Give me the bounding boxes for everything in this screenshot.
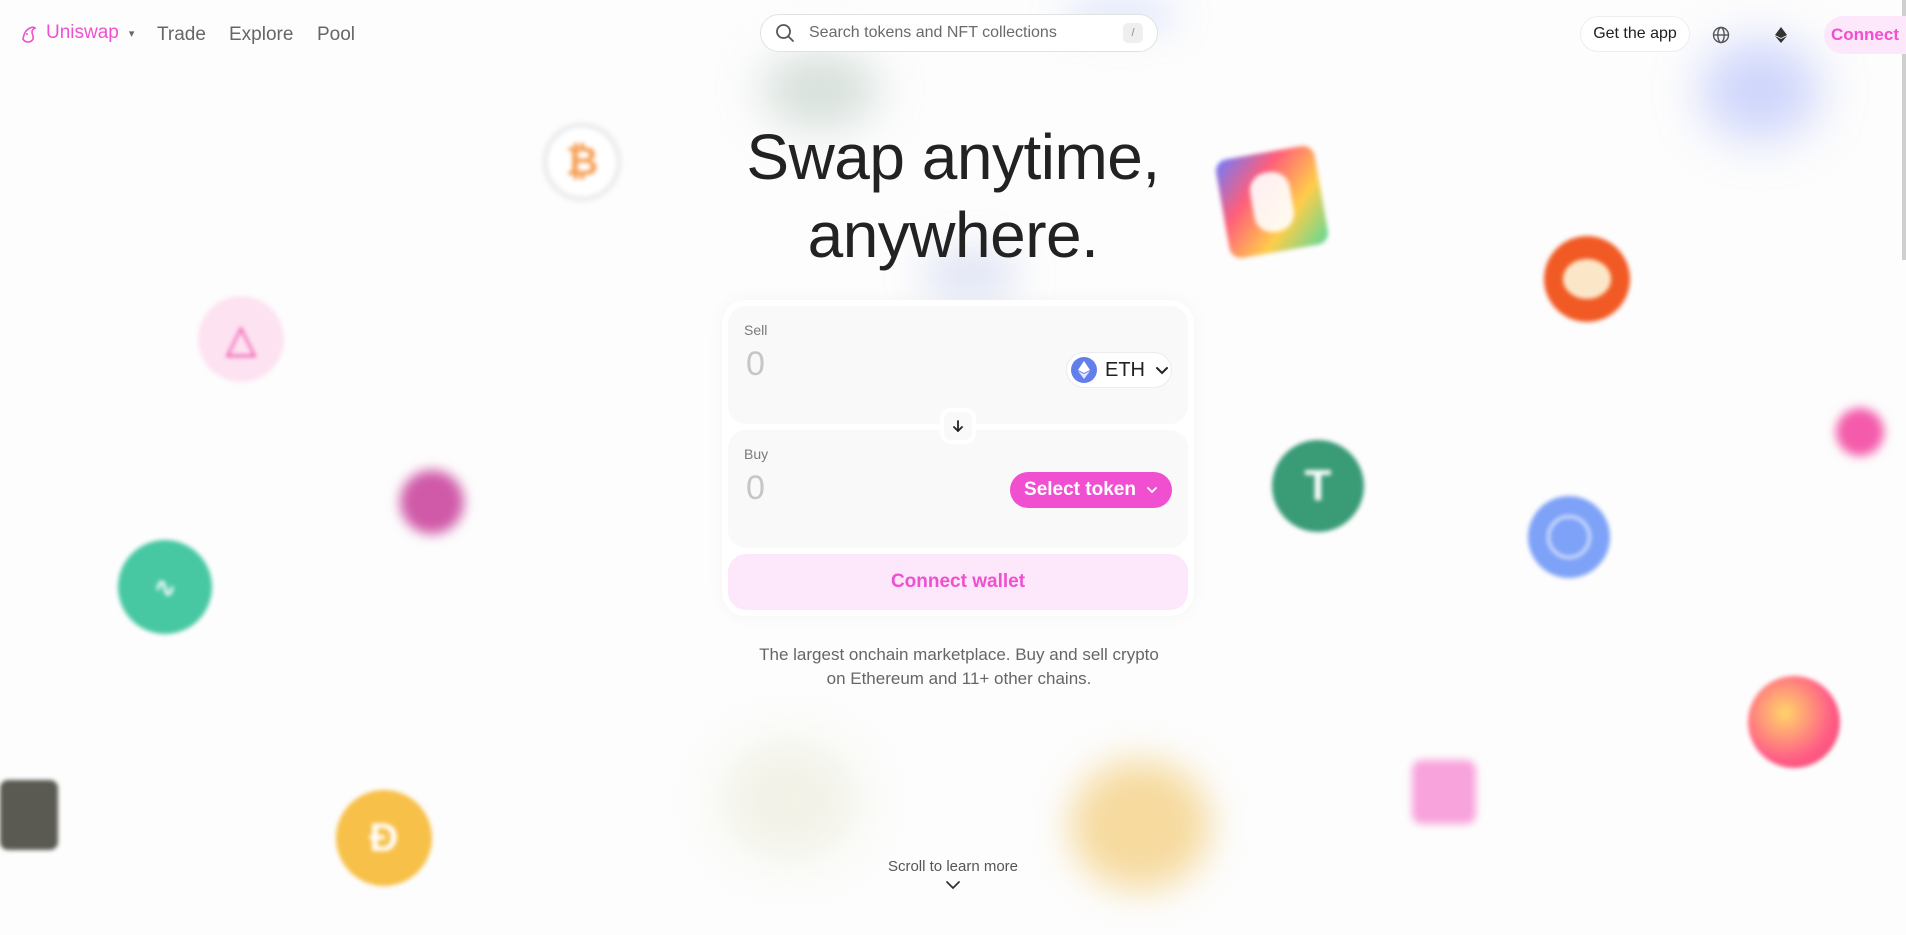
logo-text: Uniswap bbox=[46, 22, 119, 43]
nav-link-trade[interactable]: Trade bbox=[157, 24, 206, 46]
arrow-down-icon bbox=[953, 420, 963, 433]
hero-title-line2: anywhere. bbox=[807, 199, 1099, 271]
hero-title-line1: Swap anytime, bbox=[746, 121, 1160, 193]
select-token-label: Select token bbox=[1024, 479, 1136, 500]
shiba-token-icon bbox=[1544, 236, 1630, 322]
dogecoin-token-icon: Ð bbox=[336, 790, 432, 886]
swap-direction-button[interactable] bbox=[940, 408, 976, 444]
tagline-line1: The largest onchain marketplace. Buy and… bbox=[759, 645, 1159, 664]
eth-token-icon bbox=[1071, 357, 1097, 383]
buy-panel: Buy Select token bbox=[728, 430, 1188, 548]
usdc-token-icon bbox=[1528, 496, 1610, 578]
nav-link-explore[interactable]: Explore bbox=[229, 24, 293, 46]
globe-icon bbox=[1712, 26, 1730, 44]
select-token-button[interactable]: Select token bbox=[1010, 472, 1172, 508]
hero-title: Swap anytime, anywhere. bbox=[653, 118, 1253, 274]
bitcoin-token-icon: ₿ bbox=[542, 122, 622, 202]
arbitrum-token-icon: △ bbox=[198, 296, 284, 382]
connect-button[interactable]: Connect bbox=[1824, 16, 1906, 54]
get-the-app-button[interactable]: Get the app bbox=[1580, 16, 1690, 52]
nft-thumbnail-icon bbox=[0, 780, 58, 850]
search-icon bbox=[776, 24, 794, 42]
network-selector-button[interactable] bbox=[1764, 18, 1798, 52]
connect-wallet-button[interactable]: Connect wallet bbox=[728, 554, 1188, 610]
swap-card: Sell ETH Buy Select token bbox=[722, 300, 1194, 616]
decor-blob-olive bbox=[720, 740, 860, 860]
chevron-down-icon bbox=[1156, 367, 1168, 375]
buy-label: Buy bbox=[744, 446, 769, 462]
pink-square-token-icon bbox=[1412, 760, 1476, 824]
sell-label: Sell bbox=[744, 322, 768, 338]
top-navbar: Uniswap ▾ Trade Explore Pool / Get the a… bbox=[0, 0, 1906, 70]
buy-amount-input[interactable] bbox=[744, 468, 948, 509]
pink-orange-token-icon bbox=[1748, 676, 1840, 768]
sell-token-selector[interactable]: ETH bbox=[1066, 352, 1172, 388]
sell-amount-input[interactable] bbox=[744, 344, 948, 385]
ethereum-icon bbox=[1775, 27, 1787, 43]
green-token-icon: ∿ bbox=[118, 540, 212, 634]
chevron-down-icon bbox=[1147, 487, 1157, 494]
decor-blob-gold bbox=[1070, 760, 1210, 890]
search-shortcut-key: / bbox=[1123, 23, 1143, 43]
pink-token-icon bbox=[400, 470, 464, 534]
search-input[interactable] bbox=[807, 23, 1123, 43]
chevron-down-icon bbox=[946, 881, 960, 890]
language-button[interactable] bbox=[1704, 18, 1738, 52]
scroll-label: Scroll to learn more bbox=[887, 858, 1019, 875]
tagline-line2: on Ethereum and 11+ other chains. bbox=[826, 669, 1092, 688]
hero-tagline: The largest onchain marketplace. Buy and… bbox=[703, 643, 1215, 691]
tether-token-icon: T bbox=[1272, 440, 1364, 532]
scroll-to-learn-more[interactable]: Scroll to learn more bbox=[853, 858, 1053, 896]
uniswap-logo-icon bbox=[22, 26, 37, 43]
pink-dot-token-icon bbox=[1836, 408, 1884, 456]
logo-caret-icon: ▾ bbox=[128, 27, 135, 40]
sell-panel: Sell ETH bbox=[728, 306, 1188, 424]
sell-token-symbol: ETH bbox=[1105, 358, 1145, 381]
search-bar[interactable]: / bbox=[760, 14, 1158, 52]
nav-link-pool[interactable]: Pool bbox=[317, 24, 355, 46]
uniswap-logo[interactable]: Uniswap ▾ bbox=[18, 22, 134, 44]
